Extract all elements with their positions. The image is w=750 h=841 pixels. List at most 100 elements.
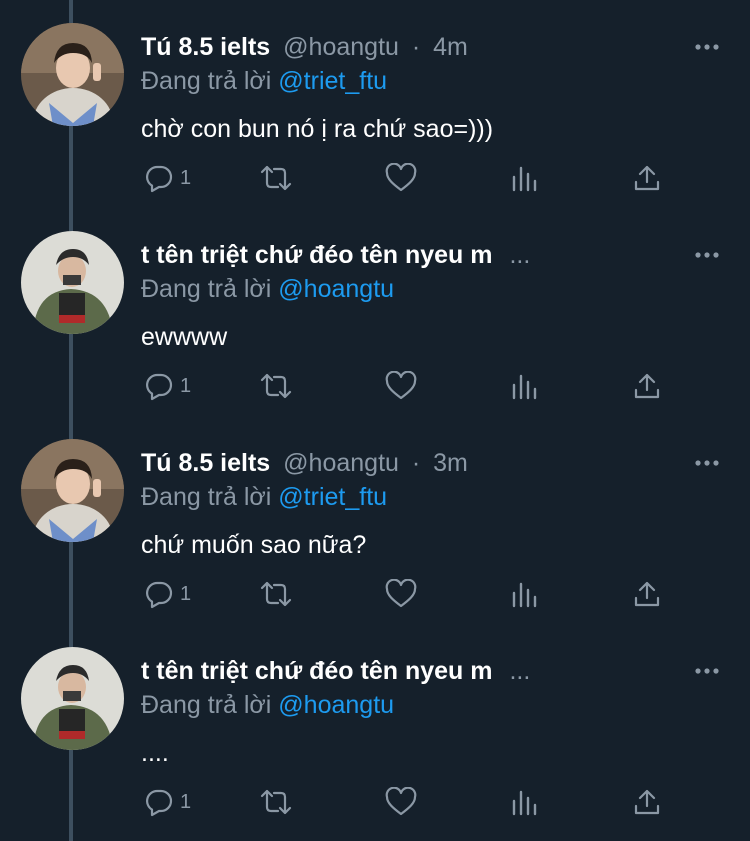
share-button[interactable]: [633, 574, 661, 614]
share-button[interactable]: [633, 366, 661, 406]
analytics-button[interactable]: [511, 574, 539, 614]
tweet-actions: 1: [141, 158, 681, 198]
analytics-icon: [512, 374, 537, 400]
heart-icon: [385, 163, 417, 192]
share-icon: [634, 165, 660, 191]
reply-icon: [146, 373, 173, 401]
retweet-button[interactable]: [259, 574, 293, 614]
retweet-button[interactable]: [259, 782, 293, 822]
more-options-button[interactable]: [694, 450, 720, 476]
more-icon: [695, 460, 719, 466]
analytics-icon: [512, 166, 537, 192]
share-icon: [634, 581, 660, 607]
tweet[interactable]: Tú 8.5 ielts @hoangtu · 3m Đang trả lời …: [0, 416, 750, 624]
display-name[interactable]: t tên triệt chứ đéo tên nyeu m: [141, 657, 492, 685]
avatar[interactable]: [21, 439, 124, 542]
more-icon: [695, 252, 719, 258]
reply-button[interactable]: 1: [144, 158, 191, 198]
timestamp[interactable]: 3m: [433, 449, 468, 477]
like-button[interactable]: [385, 574, 417, 614]
username-handle[interactable]: @hoangtu: [283, 33, 399, 61]
more-options-button[interactable]: [694, 658, 720, 684]
retweet-icon: [260, 373, 292, 399]
tweet-actions: 1: [141, 574, 681, 614]
replying-to-label: Đang trả lời: [141, 691, 272, 719]
share-button[interactable]: [633, 782, 661, 822]
replying-to-label: Đang trả lời: [141, 275, 272, 303]
like-button[interactable]: [385, 366, 417, 406]
retweet-icon: [260, 789, 292, 815]
tweet-text: ....: [141, 739, 169, 767]
tweet-text: ewwww: [141, 323, 228, 351]
reply-mention-link[interactable]: @triet_ftu: [278, 67, 387, 95]
more-icon: [695, 44, 719, 50]
replying-to: Đang trả lời @triet_ftu: [141, 66, 387, 96]
reply-icon: [146, 789, 173, 817]
display-name[interactable]: Tú 8.5 ielts: [141, 33, 270, 61]
timestamp[interactable]: 4m: [433, 33, 468, 61]
analytics-button[interactable]: [511, 366, 539, 406]
tweet[interactable]: t tên triệt chứ đéo tên nyeu m ... Đang …: [0, 624, 750, 832]
avatar-user-a-image: [21, 23, 124, 126]
reply-count: 1: [180, 374, 192, 397]
reply-mention-link[interactable]: @hoangtu: [278, 275, 394, 303]
replying-to-label: Đang trả lời: [141, 483, 272, 511]
retweet-icon: [260, 165, 292, 191]
replying-to-label: Đang trả lời: [141, 67, 272, 95]
like-button[interactable]: [385, 158, 417, 198]
reply-icon: [146, 165, 173, 193]
more-options-button[interactable]: [694, 34, 720, 60]
tweet-text: chờ con bun nó ị ra chứ sao=))): [141, 115, 494, 143]
share-icon: [634, 373, 660, 399]
retweet-button[interactable]: [259, 366, 293, 406]
analytics-icon: [512, 790, 537, 816]
avatar[interactable]: [21, 647, 124, 750]
replying-to: Đang trả lời @hoangtu: [141, 274, 394, 304]
replying-to: Đang trả lời @hoangtu: [141, 690, 394, 720]
name-truncation: ...: [509, 657, 531, 685]
tweet-text: chứ muốn sao nữa?: [141, 531, 367, 559]
reply-mention-link[interactable]: @triet_ftu: [278, 483, 387, 511]
tweet-header: Tú 8.5 ielts @hoangtu · 4m: [141, 32, 690, 62]
name-truncation: ...: [509, 241, 531, 269]
reply-icon: [146, 581, 173, 609]
heart-icon: [385, 579, 417, 608]
reply-count: 1: [180, 582, 192, 605]
tweet-header: t tên triệt chứ đéo tên nyeu m ...: [141, 656, 690, 686]
more-options-button[interactable]: [694, 242, 720, 268]
avatar-user-b-image: [21, 647, 124, 750]
share-icon: [634, 789, 660, 815]
retweet-button[interactable]: [259, 158, 293, 198]
reply-button[interactable]: 1: [144, 574, 191, 614]
separator-dot: ·: [411, 449, 421, 477]
analytics-button[interactable]: [511, 158, 539, 198]
avatar[interactable]: [21, 231, 124, 334]
tweet[interactable]: t tên triệt chứ đéo tên nyeu m ... Đang …: [0, 208, 750, 416]
separator-dot: ·: [411, 33, 421, 61]
reply-count: 1: [180, 790, 192, 813]
tweet[interactable]: Tú 8.5 ielts @hoangtu · 4m Đang trả lời …: [0, 0, 750, 208]
heart-icon: [385, 371, 417, 400]
heart-icon: [385, 787, 417, 816]
analytics-button[interactable]: [511, 782, 539, 822]
tweet-actions: 1: [141, 782, 681, 822]
avatar-user-b-image: [21, 231, 124, 334]
analytics-icon: [512, 582, 537, 608]
tweet-header: t tên triệt chứ đéo tên nyeu m ...: [141, 240, 690, 270]
display-name[interactable]: Tú 8.5 ielts: [141, 449, 270, 477]
reply-button[interactable]: 1: [144, 782, 191, 822]
like-button[interactable]: [385, 782, 417, 822]
avatar[interactable]: [21, 23, 124, 126]
reply-count: 1: [180, 166, 192, 189]
more-icon: [695, 668, 719, 674]
share-button[interactable]: [633, 158, 661, 198]
display-name[interactable]: t tên triệt chứ đéo tên nyeu m: [141, 241, 492, 269]
username-handle[interactable]: @hoangtu: [283, 449, 399, 477]
avatar-user-a-image: [21, 439, 124, 542]
tweet-header: Tú 8.5 ielts @hoangtu · 3m: [141, 448, 690, 478]
reply-button[interactable]: 1: [144, 366, 191, 406]
tweet-actions: 1: [141, 366, 681, 406]
reply-mention-link[interactable]: @hoangtu: [278, 691, 394, 719]
retweet-icon: [260, 581, 292, 607]
replying-to: Đang trả lời @triet_ftu: [141, 482, 387, 512]
